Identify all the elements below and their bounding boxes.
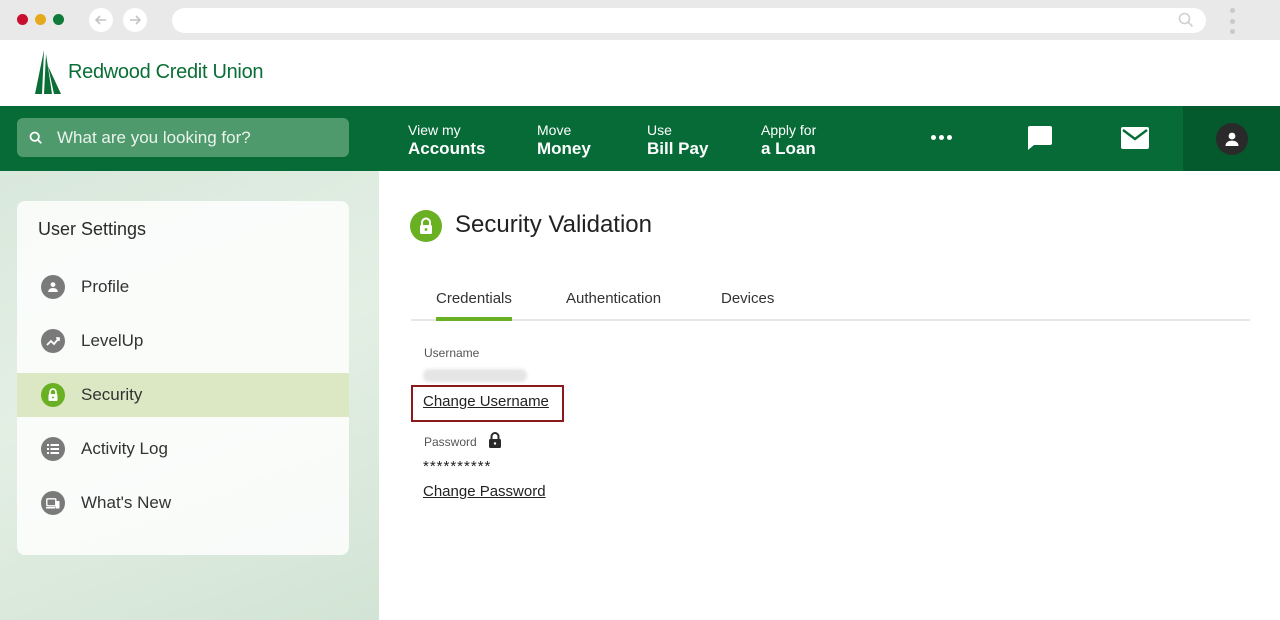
logo[interactable]: Redwood Credit Union [34,50,264,94]
lock-icon [41,383,65,407]
change-password-link[interactable]: Change Password [423,483,546,500]
browser-chrome [0,0,1280,40]
devices-icon [41,491,65,515]
trending-icon [41,329,65,353]
tree-logo-icon [35,50,61,94]
nav-accounts[interactable]: View my Accounts [408,122,485,159]
sidebar-item-label: Profile [81,277,130,296]
password-mask: ********** [423,458,492,475]
search-icon [1178,12,1194,33]
lock-icon [410,210,442,242]
nav-move-money-line1: Move [537,122,572,138]
mail-icon[interactable] [1121,127,1149,154]
chat-icon[interactable] [1025,124,1053,157]
main-nav: What are you looking for? View my Accoun… [0,106,1280,171]
address-bar[interactable] [172,8,1206,33]
tab-bar: Credentials Authentication Devices [411,289,1250,321]
search-placeholder: What are you looking for? [57,127,251,147]
tab-authentication[interactable]: Authentication [566,290,661,320]
sidebar-item-label: Security [81,385,143,404]
maximize-window-dot[interactable] [53,14,64,25]
user-icon [1215,122,1248,155]
lock-icon [488,432,502,454]
nav-bill-pay[interactable]: Use Bill Pay [647,122,708,159]
username-value-blurred [423,369,527,382]
page-title: Security Validation [455,211,652,238]
nav-bill-pay-line1: Use [647,122,672,138]
minimize-window-dot[interactable] [35,14,46,25]
nav-move-money-line2: Money [537,139,591,158]
tab-devices[interactable]: Devices [721,290,774,320]
password-label: Password [424,435,477,449]
nav-move-money[interactable]: Move Money [537,122,591,159]
list-icon [41,437,65,461]
sidebar-item-security[interactable]: Security [17,373,349,417]
person-icon [41,275,65,299]
sidebar-item-label: Activity Log [81,439,168,458]
user-settings-card: User Settings Profile LevelUp Security A… [17,201,349,555]
more-icon[interactable] [931,135,952,140]
nav-apply-loan-line1: Apply for [761,122,817,138]
nav-apply-loan[interactable]: Apply for a Loan [761,122,816,159]
sidebar-item-levelup[interactable]: LevelUp [17,319,349,363]
close-window-dot[interactable] [17,14,28,25]
sidebar-item-profile[interactable]: Profile [17,265,349,309]
sidebar-item-activity-log[interactable]: Activity Log [17,427,349,471]
nav-accounts-line2: Accounts [408,139,486,158]
nav-accounts-line1: View my [408,122,461,138]
back-arrow-icon[interactable] [89,8,113,32]
search-input[interactable]: What are you looking for? [17,118,349,157]
settings-title: User Settings [38,219,147,239]
brand-name: Redwood Credit Union [68,60,264,83]
sidebar-item-whats-new[interactable]: What's New [17,481,349,525]
nav-apply-loan-line2: a Loan [761,139,816,158]
browser-menu-icon[interactable] [1229,8,1235,34]
header: Redwood Credit Union [0,40,1280,106]
change-username-link[interactable]: Change Username [423,393,549,410]
forward-arrow-icon[interactable] [123,8,147,32]
username-label: Username [424,346,480,360]
sidebar-item-label: LevelUp [81,331,144,350]
profile-menu[interactable] [1183,106,1280,171]
sidebar-item-label: What's New [81,493,172,512]
nav-bill-pay-line2: Bill Pay [647,139,709,158]
tab-credentials[interactable]: Credentials [436,290,512,321]
search-icon [29,131,42,144]
